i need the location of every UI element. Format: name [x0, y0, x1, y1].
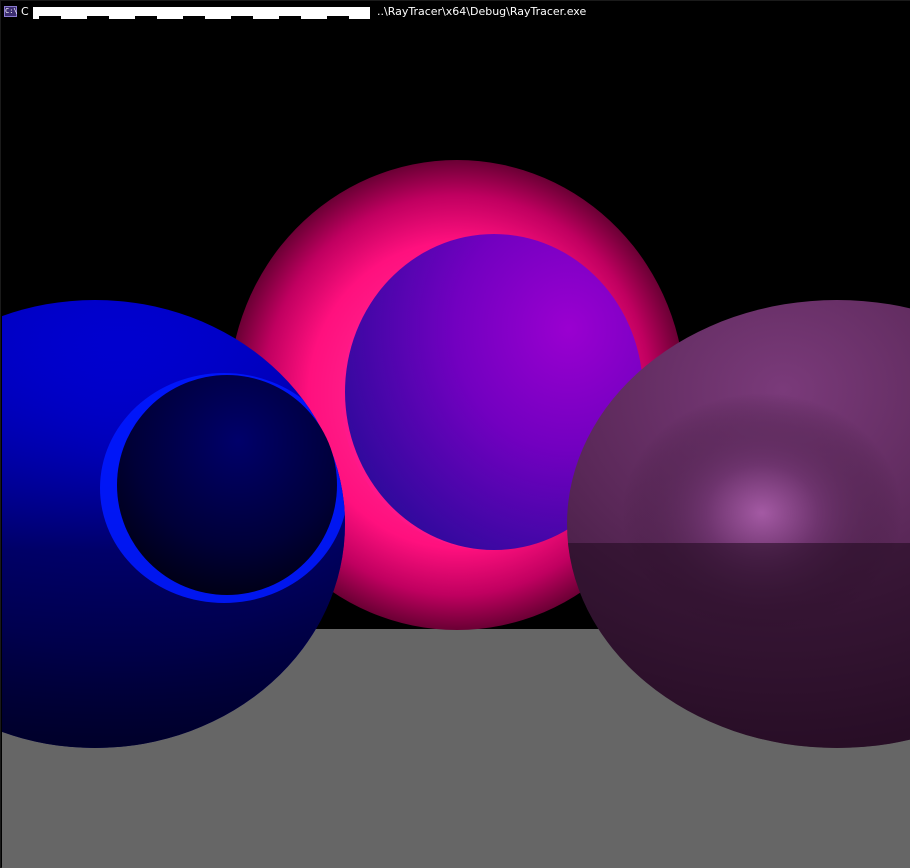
redacted-path-bar: [33, 7, 370, 19]
title-bar[interactable]: C:\ C ..\RayTracer\x64\Debug\RayTracer.e…: [1, 1, 910, 23]
left-sphere-shadow: [117, 375, 337, 595]
render-output: [2, 23, 910, 868]
console-icon[interactable]: C:\: [4, 6, 18, 17]
console-window: C:\ C ..\RayTracer\x64\Debug\RayTracer.e…: [0, 0, 910, 868]
window-title-path: ..\RayTracer\x64\Debug\RayTracer.exe: [377, 5, 587, 18]
window-title: C ..\RayTracer\x64\Debug\RayTracer.exe: [21, 5, 901, 20]
raytraced-scene: [2, 23, 910, 868]
window-title-start: C: [21, 5, 29, 18]
